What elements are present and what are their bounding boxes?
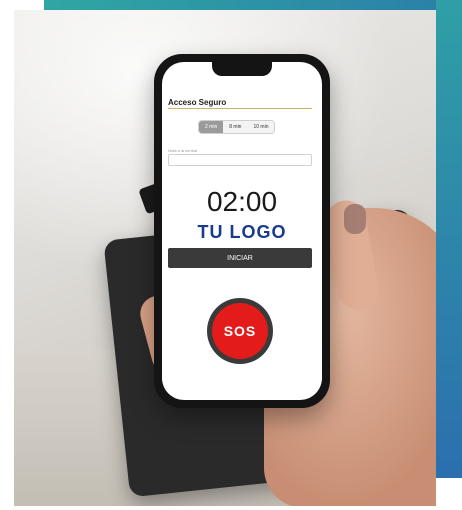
timer-option-10min[interactable]: 10 min [247,121,275,133]
phone-notch [212,62,272,76]
smartphone: Acceso Seguro 2 min 8 min 10 min Nota a … [154,54,330,408]
note-input[interactable] [168,154,312,166]
brand-logo: TU LOGO [197,222,287,242]
timer-option-8min[interactable]: 8 min [223,121,248,133]
note-field-label: Nota a la central [168,148,198,153]
title-underline [168,108,312,109]
sos-button-label: SOS [212,303,268,359]
frame-right-bar [436,0,462,478]
phone-screen: Acceso Seguro 2 min 8 min 10 min Nota a … [162,62,322,400]
sos-button[interactable]: SOS [207,298,273,364]
thumb-nail [344,204,366,234]
countdown-timer: 02:00 [206,186,278,217]
timer-option-2min[interactable]: 2 min [199,121,224,133]
timer-selector: 2 min 8 min 10 min [198,120,276,134]
start-button[interactable]: INICIAR [168,248,312,268]
app-title: Acceso Seguro [168,98,227,107]
